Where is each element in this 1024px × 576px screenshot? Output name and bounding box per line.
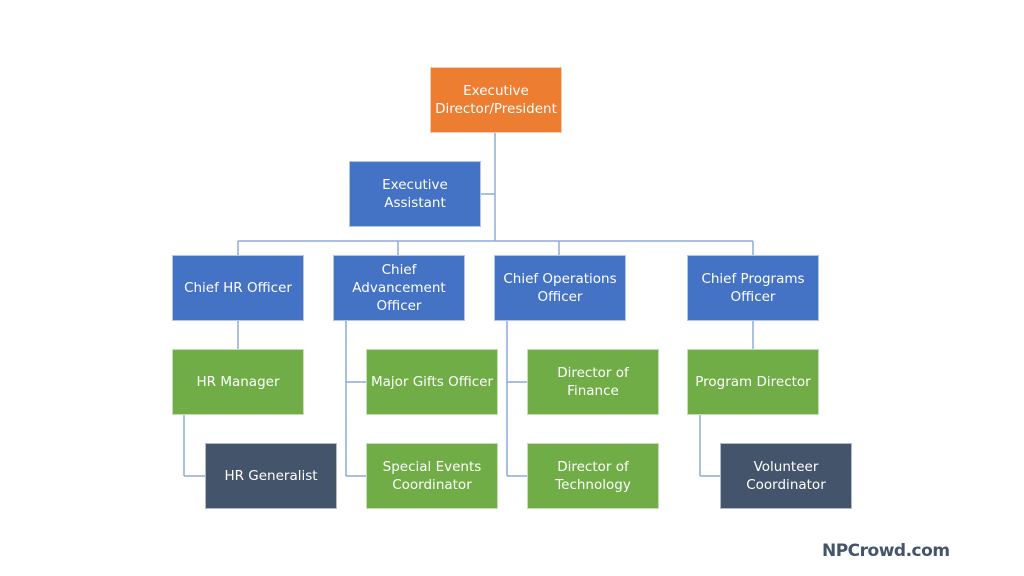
node-dir-tech: Director of Technology [527, 443, 659, 509]
org-chart: NPCrowd.com Executive Director/President… [0, 0, 1024, 576]
node-chief-ops: Chief Operations Officer [494, 255, 626, 321]
node-program-dir: Program Director [687, 349, 819, 415]
node-chief-prog: Chief Programs Officer [687, 255, 819, 321]
node-hr-manager: HR Manager [172, 349, 304, 415]
node-label: HR Generalist [224, 468, 318, 484]
node-assistant: Executive Assistant [349, 161, 481, 227]
node-label: Director of Finance [557, 365, 629, 399]
node-volunteer: Volunteer Coordinator [720, 443, 852, 509]
node-label: Volunteer Coordinator [746, 459, 826, 493]
node-label: Chief HR Officer [184, 280, 292, 296]
node-dir-finance: Director of Finance [527, 349, 659, 415]
node-hr-generalist: HR Generalist [205, 443, 337, 509]
node-label: Chief Operations Officer [503, 271, 617, 305]
node-label: HR Manager [196, 374, 280, 390]
node-special-events: Special Events Coordinator [366, 443, 498, 509]
node-label: Major Gifts Officer [370, 374, 494, 390]
node-chief-adv: Chief Advancement Officer [333, 255, 465, 321]
node-label: Program Director [695, 374, 811, 390]
node-label: Director of Technology [555, 459, 631, 493]
node-executive: Executive Director/President [430, 67, 562, 133]
node-label: Chief Programs Officer [701, 271, 805, 305]
node-chief-hr: Chief HR Officer [172, 255, 304, 321]
node-label: Executive Assistant [382, 177, 448, 211]
npcrowd-logo: NPCrowd.com [822, 541, 950, 561]
node-major-gifts: Major Gifts Officer [366, 349, 498, 415]
node-label: Executive Director/President [435, 83, 557, 117]
node-label: Chief Advancement Officer [352, 262, 446, 314]
node-label: Special Events Coordinator [382, 459, 482, 493]
